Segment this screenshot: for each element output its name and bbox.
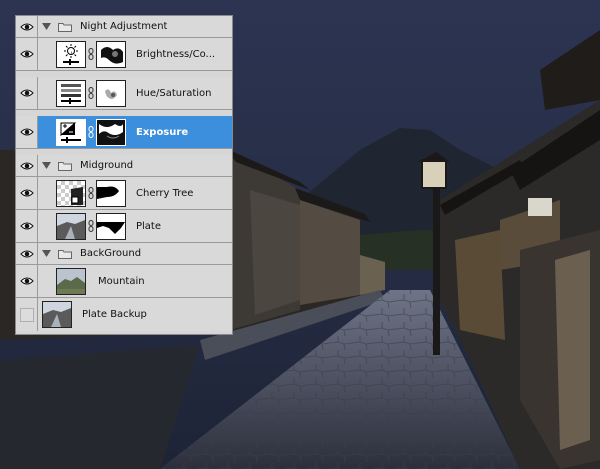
visibility-toggle[interactable] [16,243,38,264]
visibility-toggle[interactable] [16,77,38,109]
hidden-visibility-box [19,307,34,322]
layer-mask-thumbnail [96,79,126,107]
layer-thumbnail [56,267,86,295]
visibility-toggle[interactable] [16,298,38,331]
layer-group-background[interactable]: BackGround [16,243,232,265]
collapse-triangle[interactable] [38,23,54,30]
layers-panel: Night Adjustment Brightness/Co... Hue/Sa… [15,15,233,335]
layer-mask-thumbnail [96,179,126,207]
layer-name: Cherry Tree [136,187,194,199]
visibility-toggle[interactable] [16,38,38,70]
layer-name: Plate Backup [82,309,147,320]
layer-name: Mountain [98,275,145,287]
layer-cherry-tree[interactable]: Cherry Tree [16,177,232,210]
collapse-triangle[interactable] [38,250,54,257]
layer-name: Midground [80,160,134,171]
visibility-toggle[interactable] [16,177,38,209]
link-icon [88,220,94,232]
visibility-toggle[interactable] [16,155,38,176]
eye-icon [19,250,34,257]
layer-plate[interactable]: Plate [16,210,232,243]
visibility-toggle[interactable] [16,265,38,297]
layer-name: Brightness/Co... [136,48,216,60]
layer-exposure[interactable]: Exposure [16,116,232,149]
layer-mask-thumbnail [96,212,126,240]
hue-saturation-icon [61,83,81,104]
layer-name: Hue/Saturation [136,87,212,99]
eye-icon [19,162,34,169]
layer-mask-thumbnail [96,118,126,146]
layer-name: Night Adjustment [80,21,168,32]
layer-name: Plate [136,220,162,232]
layer-hue-saturation[interactable]: Hue/Saturation [16,77,232,110]
layer-thumbnail [56,179,86,207]
eye-icon [19,50,34,58]
link-icon [88,187,94,199]
brightness-contrast-icon [63,43,79,65]
visibility-toggle[interactable] [16,210,38,242]
chevron-down-icon [41,23,51,30]
eye-icon [19,128,34,136]
folder-icon [58,22,72,32]
folder-icon [58,161,72,171]
layer-brightness-contrast[interactable]: Brightness/Co... [16,38,232,71]
eye-icon [19,89,34,97]
folder-icon [58,249,72,259]
adjustment-thumbnail [56,40,86,68]
eye-icon [19,189,34,197]
layer-group-midground[interactable]: Midground [16,155,232,177]
layer-name: Exposure [136,126,189,138]
eye-icon [19,222,34,230]
layer-name: BackGround [80,248,142,259]
visibility-toggle[interactable] [16,116,38,148]
layer-mountain[interactable]: Mountain [16,265,232,298]
chevron-down-icon [41,250,51,257]
link-icon [88,126,94,138]
eye-icon [19,277,34,285]
eye-icon [19,23,34,30]
layer-group-night-adjustment[interactable]: Night Adjustment [16,16,232,38]
exposure-icon [60,122,81,143]
adjustment-thumbnail [56,79,86,107]
adjustment-thumbnail [56,118,86,146]
layer-thumbnail [56,212,86,240]
layer-mask-thumbnail [96,40,126,68]
link-icon [88,87,94,99]
link-icon [88,48,94,60]
visibility-toggle[interactable] [16,16,38,37]
layer-thumbnail [42,301,72,328]
chevron-down-icon [41,162,51,169]
layer-plate-backup[interactable]: Plate Backup [16,298,232,331]
collapse-triangle[interactable] [38,162,54,169]
